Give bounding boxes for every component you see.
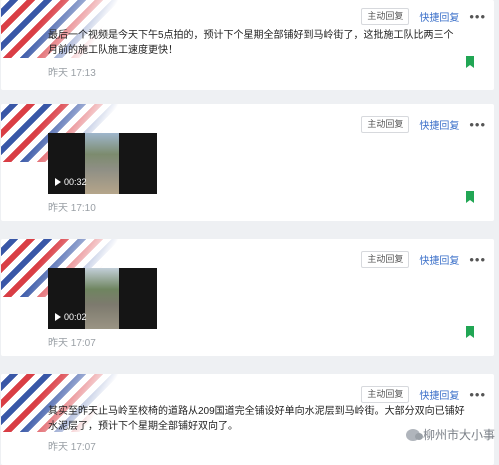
more-icon[interactable]: ••• xyxy=(469,388,486,401)
author-reply-button[interactable]: 主动回复 xyxy=(361,116,410,133)
video-thumbnail[interactable]: 00:02 xyxy=(48,268,157,329)
video-duration: 00:02 xyxy=(55,312,87,322)
quick-reply-link[interactable]: 快捷回复 xyxy=(419,252,459,267)
comment-actions: 主动回复 快捷回复 ••• xyxy=(361,8,486,25)
more-icon[interactable]: ••• xyxy=(469,253,486,266)
bookmark-icon[interactable] xyxy=(466,326,474,338)
watermark-label: 柳州市大小事 xyxy=(422,428,495,442)
comment-time: 昨天 17:10 xyxy=(48,203,96,214)
quick-reply-link[interactable]: 快捷回复 xyxy=(419,9,459,24)
comment-time: 昨天 17:13 xyxy=(48,68,96,79)
comment-card: 主动回复 快捷回复 ••• 其实至昨天止马岭至校椅的道路从209国道完全铺设好单… xyxy=(1,374,494,465)
comment-actions: 主动回复 快捷回复 ••• xyxy=(361,386,486,403)
comment-text: 最后一个视频是今天下午5点拍的，预计下个星期全部铺好到马岭街了，这批施工队比两三… xyxy=(48,30,454,56)
play-icon xyxy=(55,313,61,321)
comment-card: 主动回复 快捷回复 ••• 最后一个视频是今天下午5点拍的，预计下个星期全部铺好… xyxy=(1,0,494,90)
author-reply-button[interactable]: 主动回复 xyxy=(361,386,410,403)
comment-actions: 主动回复 快捷回复 ••• xyxy=(361,251,486,268)
comment-time: 昨天 17:07 xyxy=(48,442,96,453)
video-duration: 00:32 xyxy=(55,177,87,187)
play-icon xyxy=(55,178,61,186)
video-duration-label: 00:02 xyxy=(64,312,87,322)
bookmark-icon[interactable] xyxy=(466,56,474,68)
more-icon[interactable]: ••• xyxy=(469,118,486,131)
wechat-icon xyxy=(405,428,423,441)
comment-actions: 主动回复 快捷回复 ••• xyxy=(361,116,486,133)
more-icon[interactable]: ••• xyxy=(469,10,486,23)
quick-reply-link[interactable]: 快捷回复 xyxy=(419,387,459,402)
watermark: 柳州市大小事 xyxy=(405,426,495,443)
author-reply-button[interactable]: 主动回复 xyxy=(361,8,410,25)
comment-time: 昨天 17:07 xyxy=(48,338,96,349)
video-duration-label: 00:32 xyxy=(64,177,87,187)
video-frame xyxy=(85,268,119,329)
quick-reply-link[interactable]: 快捷回复 xyxy=(419,117,459,132)
bookmark-icon[interactable] xyxy=(466,191,474,203)
video-frame xyxy=(85,133,119,194)
comment-card: 主动回复 快捷回复 ••• 00:32 昨天 17:10 xyxy=(1,104,494,221)
video-thumbnail[interactable]: 00:32 xyxy=(48,133,157,194)
author-reply-button[interactable]: 主动回复 xyxy=(361,251,410,268)
comment-card: 主动回复 快捷回复 ••• 00:02 昨天 17:07 xyxy=(1,239,494,356)
